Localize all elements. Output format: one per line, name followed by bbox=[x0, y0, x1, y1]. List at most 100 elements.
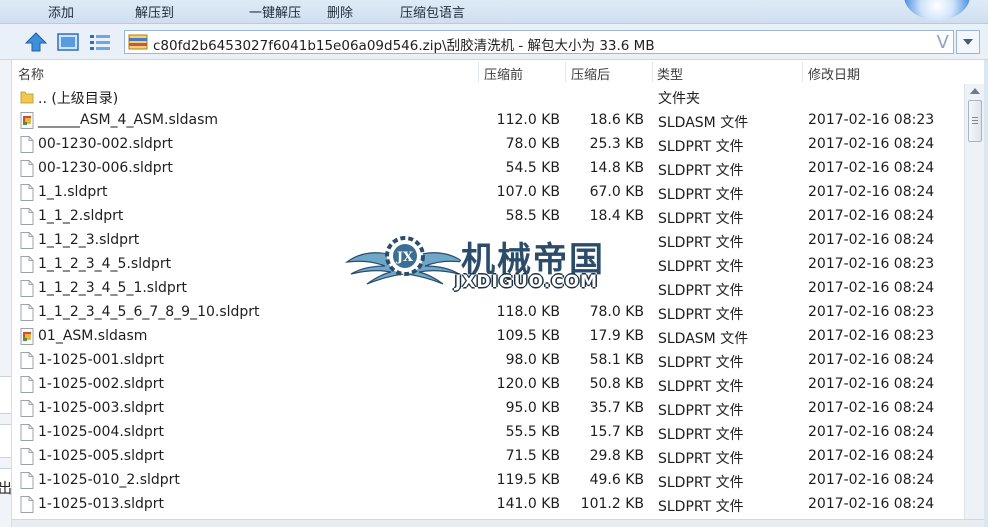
file-name: 1-1025-004.sldprt bbox=[38, 424, 165, 440]
file-packed-size: 67.0 KB bbox=[589, 184, 644, 200]
column-separator[interactable] bbox=[652, 62, 653, 82]
file-type: 文件夹 bbox=[658, 91, 700, 107]
column-name-header[interactable]: 名称 bbox=[18, 64, 44, 83]
file-icon bbox=[20, 160, 34, 177]
address-dropdown-button[interactable] bbox=[956, 30, 980, 54]
file-name: .. (上级目录) bbox=[38, 91, 119, 107]
file-name: 1-1025-001.sldprt bbox=[38, 352, 165, 368]
file-type: SLDPRT 文件 bbox=[658, 475, 744, 491]
address-path: c80fd2b6453027f6041b15e06a09d546.zip\刮胶清… bbox=[153, 38, 655, 54]
file-icon bbox=[20, 424, 34, 441]
address-input[interactable]: c80fd2b6453027f6041b15e06a09d546.zip\刮胶清… bbox=[124, 30, 954, 54]
file-modified-date: 2017-02-16 08:24 bbox=[808, 448, 935, 464]
file-size: 119.5 KB bbox=[496, 472, 560, 488]
app-orb-icon[interactable] bbox=[904, 0, 970, 20]
file-list[interactable]: .. (上级目录) 文件夹 ______ASM_4_ASM.sldasm 112.0 … bbox=[12, 84, 964, 519]
file-type: SLDPRT 文件 bbox=[658, 235, 744, 251]
file-type: SLDPRT 文件 bbox=[658, 163, 744, 179]
assembly-file-icon bbox=[20, 112, 34, 129]
file-type: SLDPRT 文件 bbox=[658, 499, 744, 515]
file-packed-size: 18.4 KB bbox=[589, 208, 644, 224]
table-row[interactable]: .. (上级目录) 文件夹 bbox=[12, 84, 964, 108]
table-row[interactable]: 01_ASM.sldasm 109.5 KB 17.9 KB SLDASM 文件 201… bbox=[12, 324, 964, 348]
file-type: SLDPRT 文件 bbox=[658, 355, 744, 371]
file-name: 1-1025-013.sldprt bbox=[38, 496, 165, 512]
file-packed-size: 15.7 KB bbox=[589, 424, 644, 440]
list-header: 名称 压缩前 压缩后 类型 修改日期 bbox=[12, 60, 964, 84]
column-date-header[interactable]: 修改日期 bbox=[808, 64, 860, 83]
column-separator[interactable] bbox=[802, 62, 803, 82]
file-name: 00-1230-002.sldprt bbox=[38, 136, 173, 152]
file-modified-date: 2017-02-16 08:24 bbox=[808, 208, 935, 224]
scroll-up-icon[interactable] bbox=[970, 88, 980, 94]
table-row[interactable]: 1-1025-010_2.sldprt 119.5 KB 49.6 KB SLDPRT… bbox=[12, 468, 964, 492]
column-packed-header[interactable]: 压缩后 bbox=[571, 64, 610, 83]
background-text-fragment: 出 bbox=[0, 481, 12, 497]
grip-line bbox=[972, 120, 978, 121]
file-modified-date: 2017-02-16 08:23 bbox=[808, 256, 935, 272]
file-name: 1-1025-002.sldprt bbox=[38, 376, 165, 392]
file-size: 120.0 KB bbox=[496, 376, 560, 392]
table-row[interactable]: 1_1_2.sldprt 58.5 KB 18.4 KB SLDPRT 文件 2017-… bbox=[12, 204, 964, 228]
background-panel bbox=[0, 424, 11, 458]
column-size-header[interactable]: 压缩前 bbox=[484, 64, 523, 83]
file-modified-date: 2017-02-16 08:24 bbox=[808, 496, 935, 512]
file-modified-date: 2017-02-16 08:24 bbox=[808, 472, 935, 488]
add-button[interactable]: 添加 bbox=[48, 2, 74, 21]
file-packed-size: 101.2 KB bbox=[580, 496, 644, 512]
file-packed-size: 49.6 KB bbox=[589, 472, 644, 488]
archive-icon bbox=[128, 33, 148, 51]
table-row[interactable]: 1_1_2_3_4_5_6_7_8_9_10.sldprt 118.0 KB 78.… bbox=[12, 300, 964, 324]
scrollbar-thumb[interactable] bbox=[968, 100, 982, 142]
address-v-icon[interactable]: V bbox=[937, 32, 949, 53]
file-modified-date: 2017-02-16 08:24 bbox=[808, 424, 935, 440]
vertical-scrollbar[interactable] bbox=[964, 84, 984, 521]
file-modified-date: 2017-02-16 08:24 bbox=[808, 184, 935, 200]
file-packed-size: 50.8 KB bbox=[589, 376, 644, 392]
view-list-icon[interactable] bbox=[88, 31, 112, 53]
file-icon bbox=[20, 352, 34, 369]
table-row[interactable]: 1-1025-001.sldprt 98.0 KB 58.1 KB SLDPRT 文件… bbox=[12, 348, 964, 372]
background-window-strip bbox=[0, 60, 12, 527]
up-arrow-icon[interactable] bbox=[24, 31, 48, 53]
table-row[interactable]: 1-1025-004.sldprt 55.5 KB 15.7 KB SLDPRT 文件… bbox=[12, 420, 964, 444]
table-row[interactable]: ______ASM_4_ASM.sldasm 112.0 KB 18.6 KB SLD… bbox=[12, 108, 964, 132]
file-type: SLDPRT 文件 bbox=[658, 379, 744, 395]
table-row[interactable]: 00-1230-006.sldprt 54.5 KB 14.8 KB SLDPRT 文… bbox=[12, 156, 964, 180]
table-row[interactable]: 1_1_2_3.sldprt SLDPRT 文件 2017-02-16 08:24 bbox=[12, 228, 964, 252]
view-thumbnail-icon[interactable] bbox=[56, 31, 80, 53]
table-row[interactable]: 1_1.sldprt 107.0 KB 67.0 KB SLDPRT 文件 2017-0… bbox=[12, 180, 964, 204]
file-type: SLDASM 文件 bbox=[658, 115, 749, 131]
column-separator[interactable] bbox=[478, 62, 479, 82]
file-packed-size: 35.7 KB bbox=[589, 400, 644, 416]
extract-to-button[interactable]: 解压到 bbox=[135, 2, 174, 21]
file-icon bbox=[20, 136, 34, 153]
file-packed-size: 18.6 KB bbox=[589, 112, 644, 128]
column-type-header[interactable]: 类型 bbox=[657, 64, 683, 83]
file-name: 1-1025-005.sldprt bbox=[38, 448, 165, 464]
file-name: ______ASM_4_ASM.sldasm bbox=[38, 112, 219, 128]
table-row[interactable]: 1-1025-002.sldprt 120.0 KB 50.8 KB SLDPRT 文… bbox=[12, 372, 964, 396]
table-row[interactable]: 1_1_2_3_4_5.sldprt SLDPRT 文件 2017-02-16 08… bbox=[12, 252, 964, 276]
column-separator[interactable] bbox=[565, 62, 566, 82]
chevron-down-icon bbox=[963, 39, 973, 45]
table-row[interactable]: 1-1025-005.sldprt 71.5 KB 29.8 KB SLDPRT 文件… bbox=[12, 444, 964, 468]
one-click-extract-button[interactable]: 一键解压 bbox=[249, 2, 301, 21]
file-type: SLDPRT 文件 bbox=[658, 307, 744, 323]
file-type: SLDPRT 文件 bbox=[658, 403, 744, 419]
table-row[interactable]: 00-1230-002.sldprt 78.0 KB 25.3 KB SLDPRT 文… bbox=[12, 132, 964, 156]
assembly-file-icon bbox=[20, 328, 34, 345]
file-name: 1-1025-010_2.sldprt bbox=[38, 472, 180, 488]
file-type: SLDPRT 文件 bbox=[658, 427, 744, 443]
delete-button[interactable]: 删除 bbox=[327, 2, 353, 21]
file-size: 98.0 KB bbox=[505, 352, 560, 368]
file-modified-date: 2017-02-16 08:23 bbox=[808, 328, 935, 344]
archive-language-button[interactable]: 压缩包语言 bbox=[400, 2, 465, 21]
file-size: 118.0 KB bbox=[496, 304, 560, 320]
table-row[interactable]: 1-1025-013.sldprt 141.0 KB 101.2 KB SLDPRT … bbox=[12, 492, 964, 516]
file-name: 1_1_2_3_4_5.sldprt bbox=[38, 256, 172, 272]
table-row[interactable]: 1_1_2_3_4_5_1.sldprt SLDPRT 文件 2017-02-16 … bbox=[12, 276, 964, 300]
table-row[interactable]: 1-1025-003.sldprt 95.0 KB 35.7 KB SLDPRT 文件… bbox=[12, 396, 964, 420]
file-modified-date: 2017-02-16 08:24 bbox=[808, 400, 935, 416]
file-size: 71.5 KB bbox=[505, 448, 560, 464]
